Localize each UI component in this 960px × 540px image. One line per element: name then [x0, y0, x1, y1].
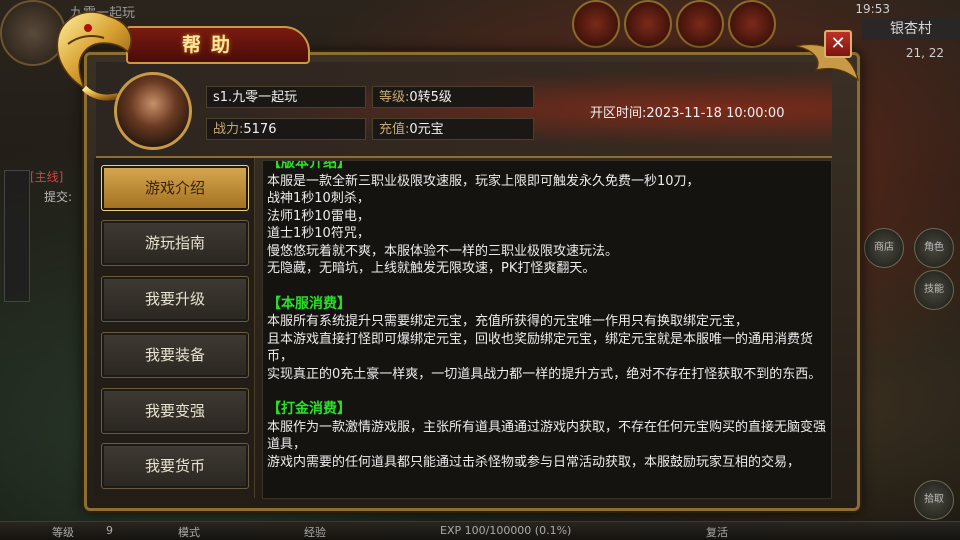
power-value: 5176 — [243, 122, 277, 137]
section-heading-gold-farming: 【打金消费】 — [267, 401, 351, 417]
recharge-label: 充值: — [379, 122, 410, 137]
player-recharge-field: 充值:0元宝 — [372, 118, 534, 140]
hud-clock: 19:53 — [855, 2, 890, 16]
level-label: 等级 — [52, 526, 74, 539]
power-label: 战力: — [213, 122, 244, 137]
content-line: 游戏内需要的任何道具都只能通过击杀怪物或参与日常活动获取，本服鼓励玩家互相的交易… — [267, 454, 801, 470]
content-line: 无隐藏，无暗坑，上线就触发无限攻速，PK打怪爽翻天。 — [267, 261, 596, 276]
reward-icon[interactable] — [728, 0, 776, 48]
help-content-scroll[interactable]: 【版本介绍】 本服是一款全新三职业极限攻速服，玩家上限即可触发永久免费一秒10刀… — [262, 160, 832, 499]
help-content-body: 【版本介绍】 本服是一款全新三职业极限攻速服，玩家上限即可触发永久免费一秒10刀… — [267, 160, 827, 471]
content-line: 道士1秒10符咒， — [267, 226, 370, 241]
quest-text: 提交: — [44, 190, 73, 204]
revive-label[interactable]: 复活 — [706, 524, 728, 540]
skill-button[interactable]: 技能 — [914, 270, 954, 310]
content-line: 本服是一款全新三职业极限攻速服，玩家上限即可触发永久免费一秒10刀， — [267, 173, 700, 189]
content-line: 实现真正的0充土豪一样爽，一切道具战力都一样的提升方式，绝对不存在打怪获取不到的… — [267, 366, 822, 382]
vip-icon[interactable] — [572, 0, 620, 48]
nav-level-up[interactable]: 我要升级 — [101, 276, 249, 322]
server-open-time: 开区时间:2023-11-18 10:00:00 — [590, 102, 784, 121]
pickup-button[interactable]: 拾取 — [914, 480, 954, 520]
player-power-field: 战力:5176 — [206, 118, 366, 140]
character-button[interactable]: 角色 — [914, 228, 954, 268]
player-portrait — [114, 72, 192, 150]
level-label: 等级: — [379, 90, 410, 105]
player-level-field: 等级:0转5级 — [372, 86, 534, 108]
nav-get-stronger[interactable]: 我要变强 — [101, 388, 249, 434]
open-time-value: 2023-11-18 10:00:00 — [646, 106, 785, 121]
player-name: s1.九零一起玩 — [213, 90, 298, 105]
content-line: 法师1秒10雷电， — [267, 208, 370, 224]
section-heading-version: 【版本介绍】 — [267, 160, 351, 171]
activity-icon[interactable] — [676, 0, 724, 48]
content-line: 且本游戏直接打怪即可爆绑定元宝，回收也奖励绑定元宝，绑定元宝就是本服唯一的通用消… — [267, 331, 814, 365]
quest-side-tabs[interactable] — [4, 170, 30, 302]
recharge-value: 0元宝 — [409, 122, 444, 137]
section-heading-consumption: 【本服消费】 — [267, 295, 351, 312]
map-location-name[interactable]: 银杏村 — [862, 18, 960, 40]
exp-value: EXP 100/100000 (0.1%) — [440, 524, 572, 537]
nav-game-intro[interactable]: 游戏介绍 — [101, 165, 249, 211]
content-line: 本服作为一款激情游戏服，主张所有道具通通过游戏内获取，不存在任何元宝购买的直接无… — [267, 419, 827, 453]
level-value: 0转5级 — [409, 90, 452, 105]
event-icon[interactable] — [624, 0, 672, 48]
hud-bottom-bar: 等级 9 模式 经验 EXP 100/100000 (0.1%) 复活 — [0, 521, 960, 540]
quest-tag: [主线] — [30, 170, 64, 184]
player-name-field: s1.九零一起玩 — [206, 86, 366, 108]
open-time-label: 开区时间: — [590, 106, 647, 121]
shop-button[interactable]: 商店 — [864, 228, 904, 268]
nav-currency[interactable]: 我要货币 — [101, 443, 249, 489]
map-coords: 21, 22 — [905, 46, 944, 60]
content-line: 本服所有系统提升只需要绑定元宝，充值所获得的元宝唯一作用只有换取绑定元宝， — [267, 314, 749, 329]
exp-label: 经验 — [304, 526, 326, 539]
level-value: 9 — [106, 524, 113, 537]
mode-label[interactable]: 模式 — [178, 524, 200, 540]
dialog-title: 帮助 — [182, 34, 241, 56]
content-line: 慢悠悠玩着就不爽，本服体验不一样的三职业极限攻速玩法。 — [267, 243, 619, 259]
nav-equipment[interactable]: 我要装备 — [101, 332, 249, 378]
nav-play-guide[interactable]: 游玩指南 — [101, 220, 249, 266]
close-button[interactable]: ✕ — [824, 30, 852, 58]
content-line: 战神1秒10刺杀， — [267, 191, 370, 206]
